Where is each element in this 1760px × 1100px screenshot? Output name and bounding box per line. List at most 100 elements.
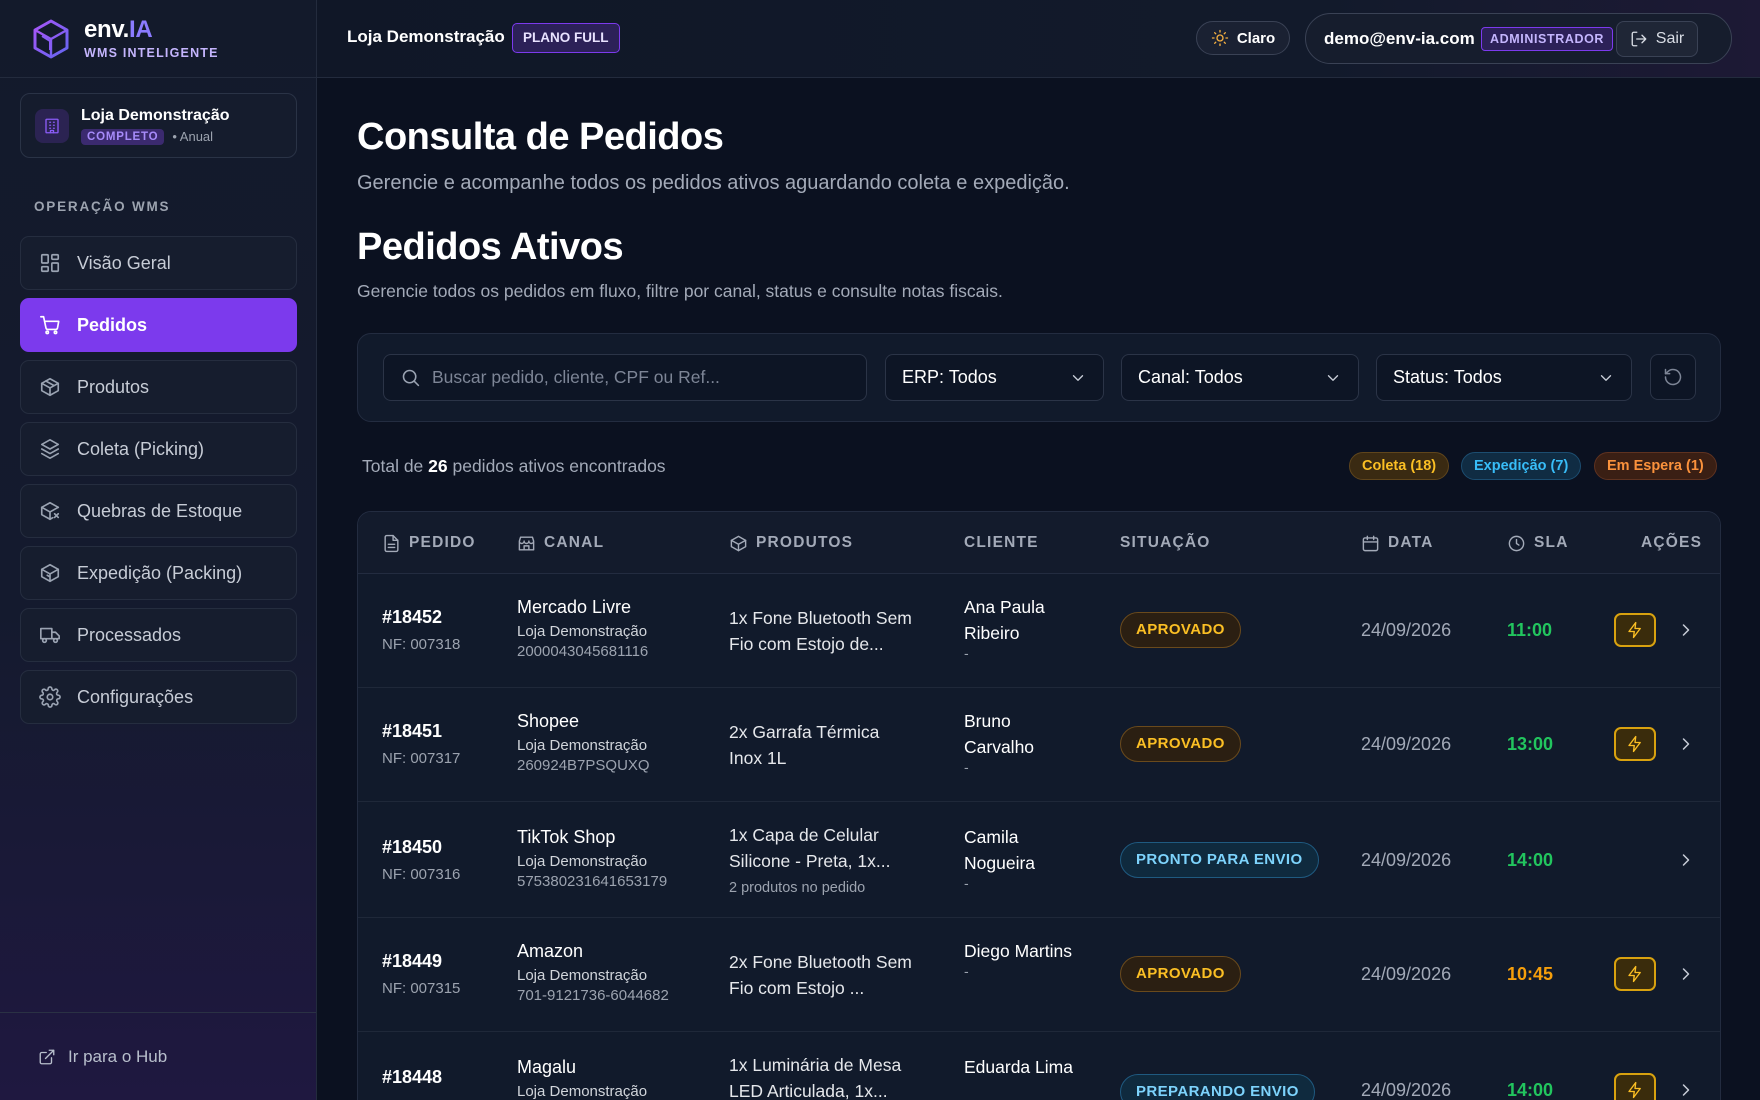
sidebar-item-processados[interactable]: Processados bbox=[20, 608, 297, 662]
cart-icon bbox=[40, 315, 60, 335]
client-doc: - bbox=[964, 759, 969, 775]
col-situacao[interactable]: SITUAÇÃO bbox=[1120, 512, 1211, 574]
external-link-icon bbox=[39, 1049, 55, 1064]
canal-select[interactable]: Canal: Todos bbox=[1121, 354, 1359, 401]
status-badge: PREPARANDO ENVIO bbox=[1120, 1074, 1315, 1100]
canal-select-value: Canal: Todos bbox=[1138, 367, 1243, 387]
sla-time: 14:00 bbox=[1507, 850, 1554, 870]
quick-action-button[interactable] bbox=[1614, 957, 1656, 991]
sidebar-item-quebras[interactable]: Quebras de Estoque bbox=[20, 484, 297, 538]
channel-store: Loja Demonstração bbox=[517, 737, 648, 754]
client-name: Bruno Carvalho bbox=[964, 711, 1035, 757]
bolt-icon bbox=[1628, 1081, 1641, 1099]
sidebar-item-coleta[interactable]: Coleta (Picking) bbox=[20, 422, 297, 476]
cube-logo-icon bbox=[33, 19, 69, 58]
brand-subtitle: WMS INTELIGENTE bbox=[84, 46, 219, 60]
sidebar-item-configuracoes[interactable]: Configurações bbox=[20, 670, 297, 724]
table-row[interactable]: #18449 NF: 007315 Amazon Loja Demonstraç… bbox=[358, 918, 1720, 1032]
col-acoes: AÇÕES bbox=[1641, 534, 1703, 551]
brand-name: env.IA bbox=[84, 16, 153, 43]
search-input[interactable] bbox=[432, 367, 852, 388]
quick-action-button[interactable] bbox=[1614, 1073, 1656, 1100]
sidebar-item-label: Configurações bbox=[77, 686, 194, 707]
store-card[interactable]: Loja Demonstração COMPLETO • Anual bbox=[20, 93, 297, 158]
order-id[interactable]: #18450 bbox=[382, 837, 460, 858]
row-open-button[interactable] bbox=[1676, 964, 1696, 984]
truck-icon bbox=[40, 627, 60, 644]
user-box: demo@env-ia.com ADMINISTRADOR Sair bbox=[1305, 13, 1732, 64]
logout-label: Sair bbox=[1655, 30, 1685, 47]
col-pedido[interactable]: PEDIDO bbox=[382, 512, 476, 574]
row-open-button[interactable] bbox=[1676, 734, 1696, 754]
col-cliente[interactable]: CLIENTE bbox=[964, 512, 1039, 574]
order-id[interactable]: #18448 bbox=[382, 1067, 442, 1088]
espera-pill[interactable]: Em Espera (1) bbox=[1594, 452, 1717, 480]
channel-store: Loja Demonstração bbox=[517, 623, 648, 640]
filters-bar: ERP: Todos Canal: Todos Status: Todos bbox=[357, 333, 1721, 422]
box-icon bbox=[730, 535, 747, 551]
coleta-pill[interactable]: Coleta (18) bbox=[1349, 452, 1450, 480]
invoice-number: NF: 007318 bbox=[382, 636, 461, 653]
channel-ref: 260924B7PSQUXQ bbox=[517, 757, 650, 774]
logout-button[interactable]: Sair bbox=[1616, 21, 1698, 57]
erp-select[interactable]: ERP: Todos bbox=[885, 354, 1104, 401]
store-icon bbox=[518, 535, 535, 551]
channel-name: Amazon bbox=[517, 941, 584, 961]
sidebar-item-expedicao[interactable]: Expedição (Packing) bbox=[20, 546, 297, 600]
search-box[interactable] bbox=[383, 354, 867, 401]
header-store-name: Loja Demonstração bbox=[347, 27, 505, 46]
orders-total: Total de 26 pedidos ativos encontrados bbox=[362, 456, 666, 476]
sidebar: env.IA WMS INTELIGENTE Loja Demonstração… bbox=[0, 0, 317, 1100]
box-icon bbox=[40, 377, 60, 397]
theme-toggle-button[interactable]: Claro bbox=[1196, 21, 1290, 55]
brand[interactable]: env.IA WMS INTELIGENTE bbox=[0, 0, 316, 78]
top-header: Loja Demonstração PLANO FULL Claro demo@… bbox=[317, 0, 1760, 78]
row-open-button[interactable] bbox=[1676, 1080, 1696, 1100]
status-select[interactable]: Status: Todos bbox=[1376, 354, 1632, 401]
channel-name: Mercado Livre bbox=[517, 597, 632, 617]
product-summary: 1x Capa de Celular Silicone - Preta, 1x.… bbox=[729, 825, 891, 871]
channel-store: Loja Demonstração bbox=[517, 967, 648, 984]
table-row[interactable]: #18452 NF: 007318 Mercado Livre Loja Dem… bbox=[358, 574, 1720, 688]
calendar-icon bbox=[1362, 535, 1379, 551]
quick-action-button[interactable] bbox=[1614, 727, 1656, 761]
reset-filters-button[interactable] bbox=[1650, 354, 1696, 400]
channel-name: Magalu bbox=[517, 1057, 577, 1077]
sidebar-item-visao-geral[interactable]: Visão Geral bbox=[20, 236, 297, 290]
sidebar-item-label: Quebras de Estoque bbox=[77, 500, 243, 521]
invoice-number: NF: 007316 bbox=[382, 866, 461, 883]
product-summary: 1x Luminária de Mesa LED Articulada, 1x.… bbox=[729, 1055, 902, 1100]
client-doc: - bbox=[964, 963, 969, 979]
hub-link[interactable]: Ir para o Hub bbox=[0, 1012, 316, 1100]
role-badge: ADMINISTRADOR bbox=[1481, 27, 1614, 51]
order-id[interactable]: #18451 bbox=[382, 721, 460, 742]
sidebar-item-pedidos[interactable]: Pedidos bbox=[20, 298, 297, 352]
col-data[interactable]: DATA bbox=[1361, 512, 1434, 574]
sidebar-nav: Visão Geral Pedidos Produtos Coleta (Pic… bbox=[20, 236, 297, 732]
order-date: 24/09/2026 bbox=[1361, 620, 1452, 640]
plan-badge: PLANO FULL bbox=[512, 23, 620, 53]
client-name: Eduarda Lima bbox=[964, 1057, 1073, 1077]
table-row[interactable]: #18448 Magalu Loja Demonstração 1x Lumin… bbox=[358, 1032, 1720, 1100]
sla-time: 10:45 bbox=[1507, 964, 1554, 984]
rotate-ccw-icon bbox=[1664, 368, 1682, 386]
expedicao-pill[interactable]: Expedição (7) bbox=[1461, 452, 1582, 480]
status-select-value: Status: Todos bbox=[1393, 367, 1502, 387]
table-row[interactable]: #18451 NF: 007317 Shopee Loja Demonstraç… bbox=[358, 688, 1720, 802]
quick-action-button[interactable] bbox=[1614, 613, 1656, 647]
row-open-button[interactable] bbox=[1676, 850, 1696, 870]
col-sla[interactable]: SLA bbox=[1507, 512, 1569, 574]
row-open-button[interactable] bbox=[1676, 620, 1696, 640]
order-id[interactable]: #18449 bbox=[382, 951, 460, 972]
chevron-down-icon bbox=[1072, 374, 1084, 381]
client-name: Camila Nogueira bbox=[964, 827, 1036, 873]
col-produtos[interactable]: PRODUTOS bbox=[729, 512, 853, 574]
chevron-right-icon bbox=[1682, 854, 1690, 866]
store-name: Loja Demonstração bbox=[81, 106, 230, 124]
search-icon bbox=[402, 369, 420, 387]
sidebar-item-label: Pedidos bbox=[77, 314, 148, 335]
order-id[interactable]: #18452 bbox=[382, 607, 460, 628]
col-canal[interactable]: CANAL bbox=[517, 512, 604, 574]
sidebar-item-produtos[interactable]: Produtos bbox=[20, 360, 297, 414]
table-row[interactable]: #18450 NF: 007316 TikTok Shop Loja Demon… bbox=[358, 802, 1720, 918]
